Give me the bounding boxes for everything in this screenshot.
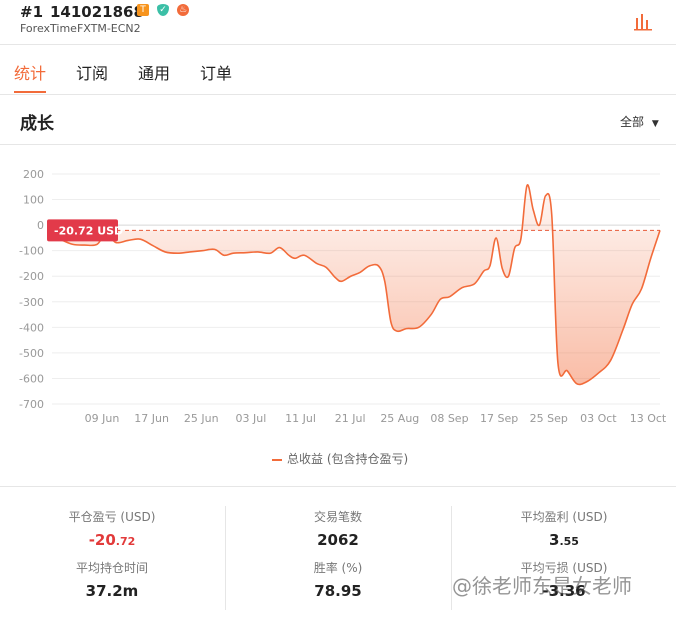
growth-area [60,184,660,385]
x-tick-label: 08 Sep [430,412,468,425]
verified-shield-icon: ✓ [157,4,169,16]
x-tick-label: 13 Oct [630,412,667,425]
tab-general[interactable]: 通用 [138,60,170,84]
x-tick-label: 25 Jun [184,412,219,425]
stat-label: 平仓盈亏 (USD) [68,510,156,524]
legend-swatch [272,458,282,461]
stat-avg-hold-time: 平均持仓时间 37.2m [37,559,187,600]
tag-badge: T [137,4,149,16]
tab-stats[interactable]: 统计 [14,60,46,84]
current-value-tag: -20.72 USD [47,219,123,242]
stat-closed-pnl: 平仓盈亏 (USD) -20.72 [37,508,187,549]
stats-divider [0,486,676,487]
range-dropdown[interactable]: 全部 ▼ [620,113,659,130]
caret-down-icon: ▼ [651,119,659,129]
section-divider [0,144,676,145]
stat-separator [225,506,226,610]
y-tick-label: -400 [19,321,44,334]
y-tick-label: 100 [23,194,44,207]
stat-win-rate: 胜率 (%) 78.95 [263,559,413,600]
y-tick-label: 0 [37,219,44,232]
y-tick-label: -100 [19,245,44,258]
bar-chart-icon[interactable] [632,10,654,32]
server-name: ForexTimeFXTM-ECN2 [20,22,141,35]
account-id: 141021868 [50,3,144,21]
stat-label: 胜率 (%) [313,561,363,575]
stat-label: 交易笔数 [313,510,362,524]
y-tick-label: -500 [19,347,44,360]
stat-avg-profit: 平均盈利 (USD) 3.55 [489,508,639,549]
stat-value: -20.72 [88,531,136,549]
x-tick-label: 03 Jul [236,412,267,425]
x-tick-label: 17 Sep [480,412,518,425]
stat-value: 37.2m [85,582,139,600]
x-tick-label: 21 Jul [335,412,366,425]
growth-title: 成长 [20,114,54,134]
stat-value: 2062 [317,531,359,549]
trader-header: #1 141021868 T ✓ ♨ ForexTimeFXTM-ECN2 [0,0,676,45]
y-tick-label: -300 [19,296,44,309]
x-tick-label: 03 Oct [580,412,617,425]
legend-label: 总收益 (包含持仓盈亏) [287,452,409,466]
x-tick-label: 09 Jun [85,412,120,425]
growth-chart: 200 100 0 -100 -200 -300 -400 -500 -600 -700 09 J… [19,168,667,425]
current-value-label: -20.72 USD [54,224,123,237]
x-tick-label: 17 Jun [134,412,169,425]
rank-label: #1 [20,3,44,21]
tab-bar: 统计 订阅 通用 订单 [0,44,676,95]
watermark-text: @徐老师东是女老师 [452,574,632,598]
stat-value: 3.55 [549,531,579,549]
y-tick-label: 200 [23,168,44,181]
tab-subscribe[interactable]: 订阅 [76,60,108,84]
stat-trade-count: 交易笔数 2062 [263,508,413,549]
x-tick-label: 11 Jul [285,412,316,425]
stat-label: 平均盈利 (USD) [520,510,608,524]
range-label: 全部 [620,115,645,129]
chart-legend[interactable]: 总收益 (包含持仓盈亏) [272,450,408,467]
x-tick-label: 25 Aug [380,412,419,425]
x-tick-label: 25 Sep [530,412,568,425]
y-tick-label: -600 [19,372,44,385]
y-tick-label: -200 [19,270,44,283]
active-tab-indicator [14,91,46,93]
y-tick-label: -700 [19,398,44,411]
fire-icon: ♨ [177,4,189,16]
stat-value: 78.95 [314,582,362,600]
tab-orders[interactable]: 订单 [200,60,232,84]
stat-label: 平均持仓时间 [75,561,148,575]
